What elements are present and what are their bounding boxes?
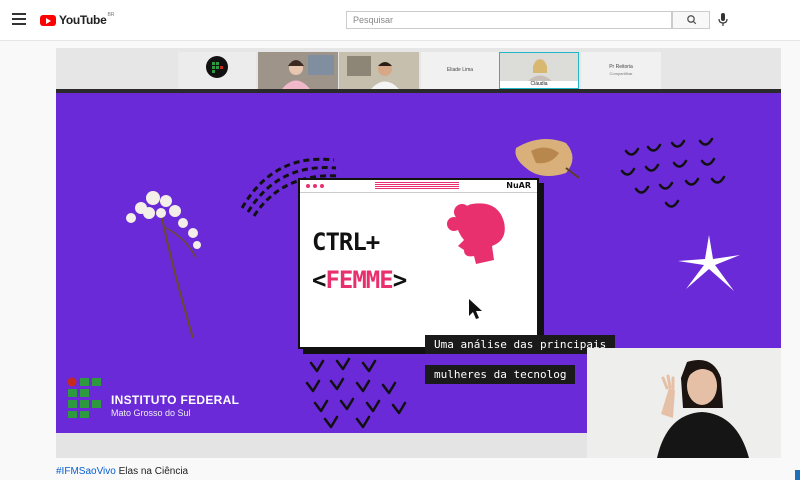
menu-icon[interactable] — [12, 13, 26, 25]
video-player[interactable]: Eliade Lima Cláudia Pr Reitoria Comparti… — [56, 48, 781, 458]
top-bar: YouTube BR Pesquisar — [0, 0, 800, 41]
ctrl-femme-window: NuAR CTRL+ <FEMME> — [298, 178, 539, 349]
search-button[interactable] — [672, 11, 710, 29]
ifms-logo-icon — [67, 377, 101, 418]
participant-subtitle: Compartilhar — [609, 71, 633, 76]
window-dot — [306, 184, 310, 188]
institute-name: INSTITUTO FEDERAL — [111, 393, 240, 407]
interpreter-person-icon — [587, 348, 781, 458]
window-dot — [313, 184, 317, 188]
video-title: #IFMSaoVivo Elas na Ciência — [56, 466, 188, 477]
participant-tile-eliade: Eliade Lima — [421, 52, 499, 89]
slide-title-ctrl: CTRL+ — [312, 228, 380, 256]
chevron-pattern-icon — [620, 137, 726, 208]
ifms-logo-icon — [206, 56, 228, 78]
slide-caption-line2: mulheres da tecnolog — [425, 365, 576, 384]
window-stripes — [375, 182, 459, 190]
person-video-icon — [339, 52, 419, 89]
window-title-bar: NuAR — [300, 180, 537, 193]
participant-video-1 — [258, 52, 338, 89]
video-title-text: Elas na Ciência — [118, 466, 189, 477]
arrow-pattern-icon — [305, 357, 407, 429]
participant-tile-claudia: Cláudia — [499, 52, 579, 89]
video-hashtag-link[interactable]: #IFMSaoVivo — [56, 466, 116, 477]
participant-name: Eliade Lima — [446, 67, 474, 73]
person-video-icon — [258, 52, 338, 89]
sign-language-interpreter-video — [587, 348, 781, 458]
sparkle-icon — [678, 235, 740, 291]
meet-participant-strip: Eliade Lima Cláudia Pr Reitoria Comparti… — [56, 48, 781, 91]
microphone-icon[interactable] — [716, 12, 730, 28]
participant-name: Cláudia — [530, 81, 548, 87]
participant-tile-ifms — [178, 52, 256, 89]
slide-title-femme: <FEMME> — [312, 266, 407, 294]
participant-video-2 — [339, 52, 419, 89]
search-icon — [687, 15, 697, 25]
dried-flower-icon — [126, 191, 201, 339]
window-dot — [320, 184, 324, 188]
window-brand: NuAR — [506, 181, 531, 190]
participant-name: Pr Reitoria — [609, 64, 633, 70]
cursor-icon — [469, 299, 482, 319]
logo-text: YouTube — [59, 13, 107, 27]
logo-country: BR — [107, 12, 115, 18]
youtube-logo[interactable]: YouTube BR — [40, 12, 114, 28]
dried-rose-icon — [515, 139, 580, 179]
woman-silhouette-icon — [447, 203, 505, 264]
person-video-icon — [500, 53, 578, 81]
scrollbar-stub[interactable] — [795, 470, 800, 480]
search-input[interactable]: Pesquisar — [346, 11, 672, 29]
institute-subtitle: Mato Grosso do Sul — [111, 408, 191, 418]
participant-tile-reitoria: Pr Reitoria Compartilhar — [581, 52, 661, 89]
youtube-play-icon — [40, 14, 56, 26]
